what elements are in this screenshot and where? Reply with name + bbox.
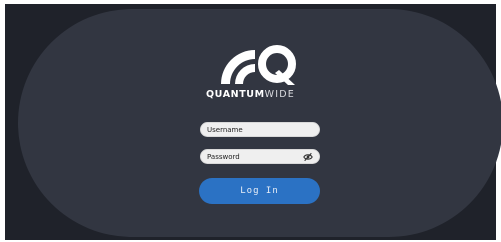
wordmark-wide: WIDE	[264, 89, 295, 100]
wordmark-quantum: QUANTUM	[206, 89, 265, 100]
quantumwide-logo-icon	[221, 45, 296, 85]
username-field[interactable]	[200, 122, 320, 137]
brand-wordmark: QUANTUMWIDE	[0, 89, 501, 100]
password-input[interactable]	[207, 150, 303, 163]
login-screen: QUANTUMWIDE Log In	[0, 0, 501, 242]
eye-slash-icon[interactable]	[303, 152, 313, 162]
login-button[interactable]: Log In	[199, 178, 320, 204]
password-field[interactable]	[200, 149, 320, 164]
username-input[interactable]	[207, 123, 303, 136]
